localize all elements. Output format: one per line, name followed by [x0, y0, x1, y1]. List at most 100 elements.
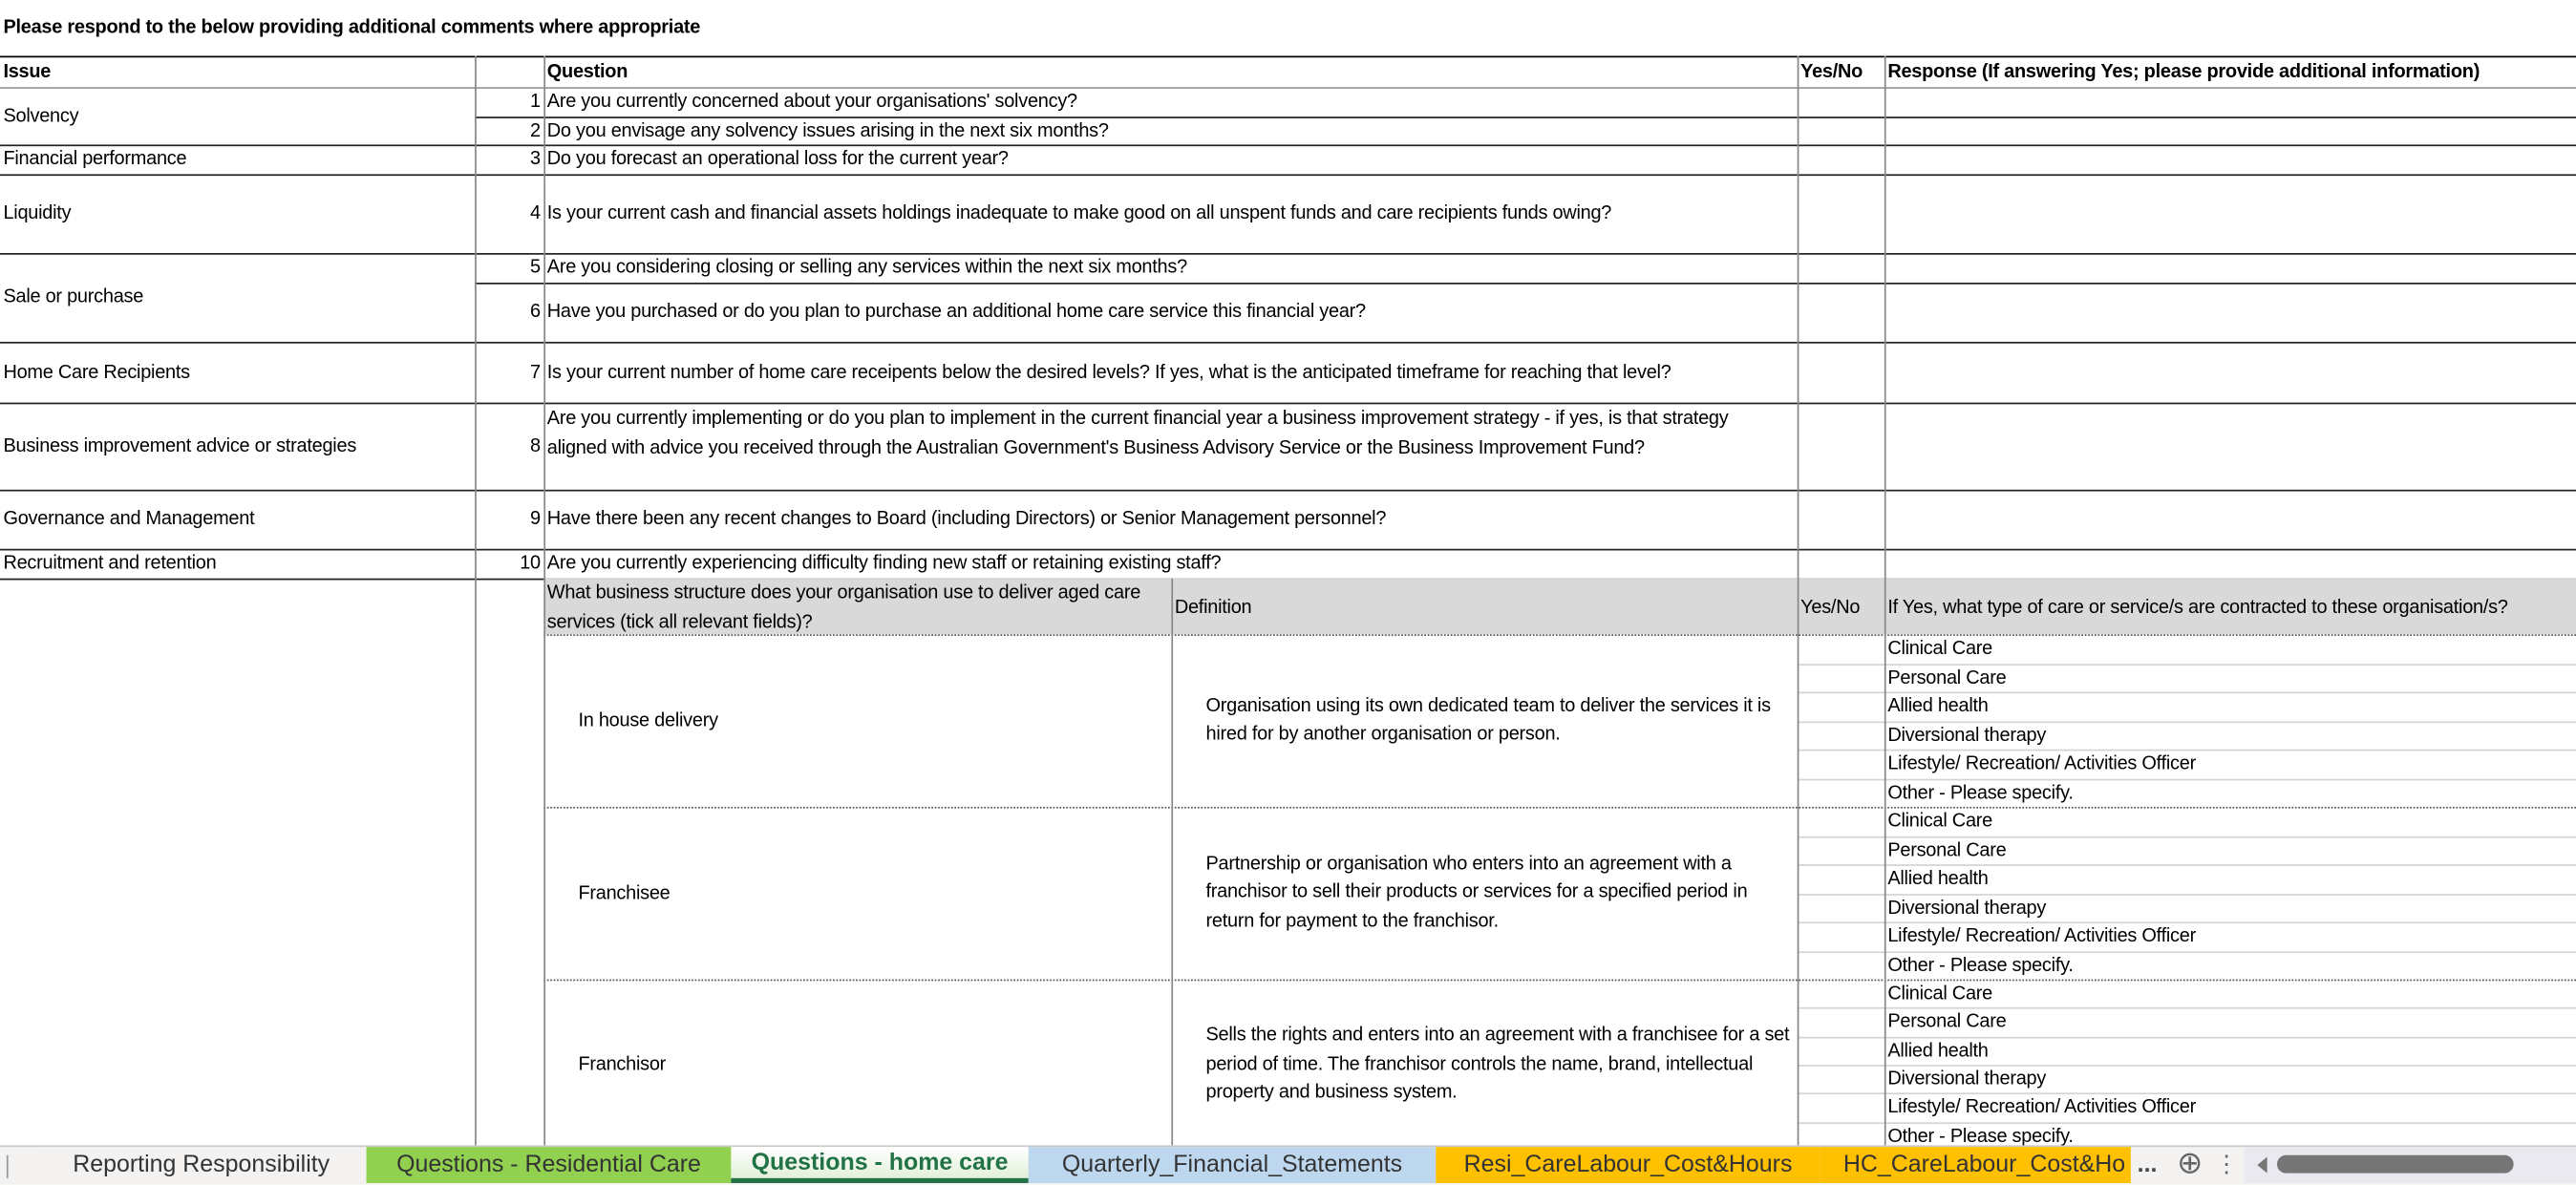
response-cell[interactable] [1886, 118, 2576, 145]
question-text: Are you currently concerned about your o… [546, 90, 1077, 113]
gridline-v [543, 55, 546, 579]
add-sheet-icon[interactable]: ⊕ [2170, 1147, 2209, 1183]
issue-label: Liquidity [3, 201, 72, 224]
care-option: Allied health [1887, 867, 1989, 889]
sheet-tab-1[interactable]: Reporting Responsibility [35, 1147, 367, 1183]
gridline-h [0, 55, 2576, 58]
gridline-v [475, 55, 477, 579]
question-text: Is your current number of home care rece… [546, 360, 1671, 383]
yes-no-cell[interactable] [1799, 344, 1883, 403]
yes-no-checkbox-cell[interactable] [1799, 693, 1883, 720]
yes-no-checkbox-cell[interactable] [1799, 952, 1883, 979]
yes-no-checkbox-cell[interactable] [1799, 780, 1883, 807]
care-option: Clinical Care [1887, 983, 1993, 1005]
yes-no-checkbox-cell[interactable] [1799, 1009, 1883, 1036]
care-option: Lifestyle/ Recreation/ Activities Office… [1887, 1096, 2196, 1118]
yes-no-checkbox-cell[interactable] [1799, 665, 1883, 691]
question-number: 4 [530, 201, 541, 224]
care-option: Other - Please specify. [1887, 953, 2074, 976]
structure-definition-header: Definition [1174, 596, 1252, 619]
more-tabs-button[interactable]: ... [2129, 1147, 2165, 1183]
question-text: Is your current cash and financial asset… [546, 201, 1612, 224]
yes-no-checkbox-cell[interactable] [1799, 809, 1883, 836]
options-icon[interactable]: ⋮ [2215, 1147, 2235, 1183]
response-cell[interactable] [1886, 285, 2576, 342]
sheet-tab-3[interactable]: Questions - home care [731, 1147, 1029, 1183]
yes-no-cell[interactable] [1799, 146, 1883, 174]
yes-no-cell[interactable] [1799, 176, 1883, 253]
scrollbar-thumb[interactable] [2276, 1154, 2514, 1174]
care-option: Personal Care [1887, 1010, 2007, 1033]
issue-label: Solvency [3, 104, 79, 126]
question-number: 5 [530, 256, 541, 278]
sheet-title: Please respond to the below providing ad… [3, 16, 701, 38]
question-number: 8 [530, 434, 541, 456]
yes-no-checkbox-cell[interactable] [1799, 751, 1883, 777]
structure-type-label: In house delivery [578, 709, 718, 730]
yes-no-checkbox-cell[interactable] [1799, 895, 1883, 921]
yes-no-cell[interactable] [1799, 492, 1883, 549]
question-text: Are you considering closing or selling a… [546, 256, 1187, 278]
horizontal-scrollbar[interactable] [2244, 1147, 2576, 1183]
gridline-v [1797, 578, 1799, 1146]
gridline-v [1797, 55, 1799, 579]
yes-no-checkbox-cell[interactable] [1799, 923, 1883, 950]
response-cell[interactable] [1886, 404, 2576, 489]
gridline-h [543, 806, 2576, 809]
response-cell[interactable] [1886, 89, 2576, 116]
yes-no-checkbox-cell[interactable] [1799, 1095, 1883, 1122]
tab-scroll-divider [6, 1154, 9, 1178]
yes-no-cell[interactable] [1799, 404, 1883, 489]
gridline-h [543, 979, 2576, 982]
yes-no-checkbox-cell[interactable] [1799, 1038, 1883, 1065]
sheet-tab-5[interactable]: Resi_CareLabour_Cost&Hours [1436, 1147, 1820, 1183]
sheet-tab-2[interactable]: Questions - Residential Care [366, 1147, 732, 1183]
gridline-h [543, 634, 2576, 636]
issue-label: Recruitment and retention [3, 552, 217, 574]
question-number: 2 [530, 118, 541, 141]
header-yes-no: Yes/No [1800, 60, 1863, 83]
issue-label: Home Care Recipients [3, 360, 190, 383]
yes-no-cell[interactable] [1799, 118, 1883, 145]
spreadsheet-view: Please respond to the below providing ad… [0, 0, 2576, 1185]
header-response: Response (If answering Yes; please provi… [1887, 60, 2480, 83]
response-cell[interactable] [1886, 146, 2576, 174]
care-option: Lifestyle/ Recreation/ Activities Office… [1887, 924, 2196, 947]
sheet-tab-6[interactable]: HC_CareLabour_Cost&Ho [1820, 1147, 2131, 1183]
question-number: 10 [520, 552, 541, 574]
structure-definition: Partnership or organisation who enters i… [1205, 852, 1748, 931]
structure-definition: Organisation using its own dedicated tea… [1205, 694, 1772, 745]
response-cell[interactable] [1886, 550, 2576, 578]
yes-no-checkbox-cell[interactable] [1799, 722, 1883, 749]
yes-no-checkbox-cell[interactable] [1799, 837, 1883, 864]
yes-no-cell[interactable] [1799, 550, 1883, 578]
response-cell[interactable] [1886, 255, 2576, 283]
question-text: Have you purchased or do you plan to pur… [546, 300, 1366, 323]
care-option: Clinical Care [1887, 637, 1993, 660]
care-option: Personal Care [1887, 838, 2007, 860]
gridline-h [475, 116, 2576, 118]
yes-no-checkbox-cell[interactable] [1799, 866, 1883, 893]
care-option: Lifestyle/ Recreation/ Activities Office… [1887, 752, 2196, 774]
yes-no-cell[interactable] [1799, 285, 1883, 342]
question-text: Have there been any recent changes to Bo… [546, 507, 1387, 530]
yes-no-checkbox-cell[interactable] [1799, 981, 1883, 1007]
yes-no-cell[interactable] [1799, 255, 1883, 283]
issue-label: Sale or purchase [3, 286, 144, 307]
yes-no-checkbox-cell[interactable] [1799, 636, 1883, 663]
scroll-left-icon[interactable] [2257, 1156, 2267, 1174]
gridline-v [1884, 55, 1886, 579]
yes-no-checkbox-cell[interactable] [1799, 1067, 1883, 1093]
question-number: 7 [530, 360, 541, 383]
response-cell[interactable] [1886, 492, 2576, 549]
response-cell[interactable] [1886, 344, 2576, 403]
response-cell[interactable] [1886, 176, 2576, 253]
care-option: Other - Please specify. [1887, 781, 2074, 803]
gridline-v [1171, 578, 1174, 1146]
question-number: 3 [530, 147, 541, 170]
question-text: Are you currently implementing or do you… [546, 407, 1729, 458]
question-text: Are you currently experiencing difficult… [546, 552, 1222, 574]
sheet-tab-4[interactable]: Quarterly_Financial_Statements [1028, 1147, 1437, 1183]
question-number: 6 [530, 300, 541, 323]
yes-no-cell[interactable] [1799, 89, 1883, 116]
